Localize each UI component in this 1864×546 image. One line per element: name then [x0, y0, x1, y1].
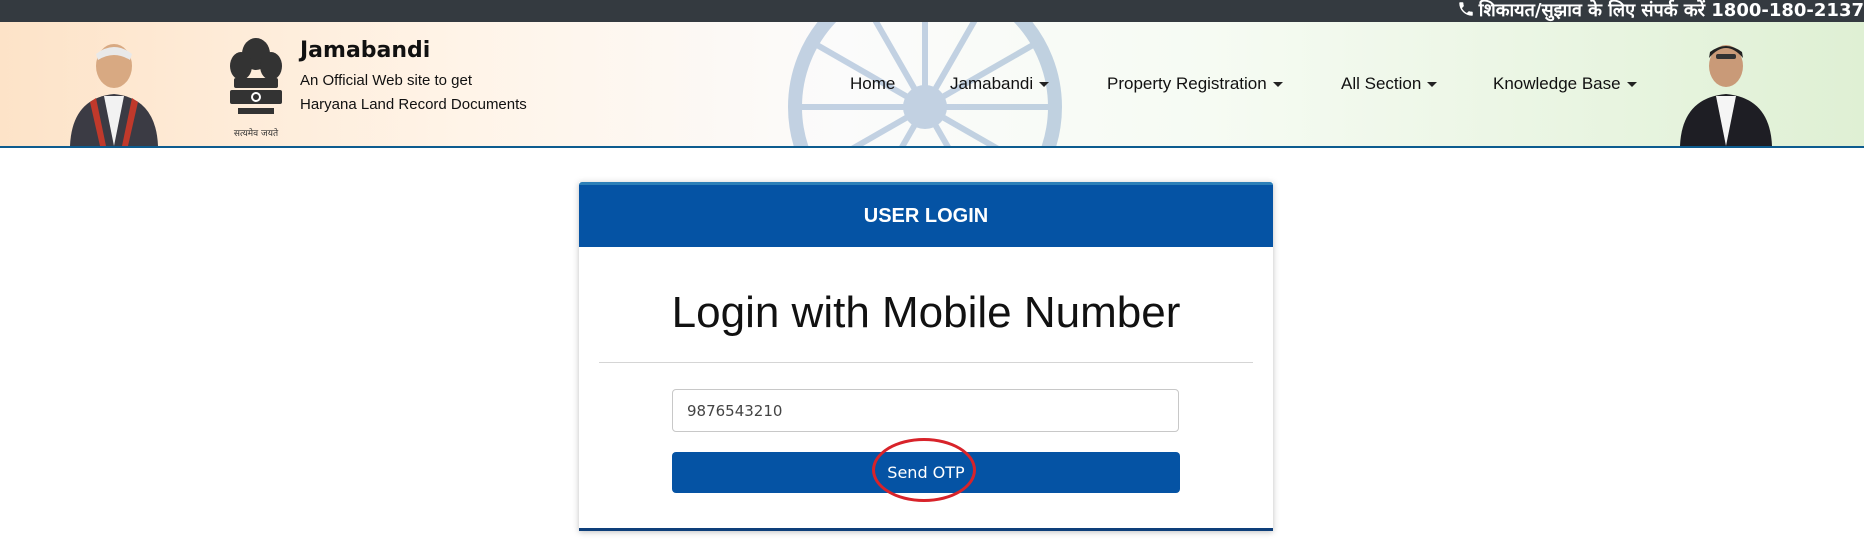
nav-home-label: Home — [850, 74, 896, 93]
nav-jamabandi[interactable]: Jamabandi — [950, 74, 1050, 94]
login-heading: Login with Mobile Number — [671, 288, 1181, 337]
nav-property-registration-label: Property Registration — [1107, 74, 1267, 93]
nav-all-section[interactable]: All Section — [1341, 74, 1438, 94]
login-card: USER LOGIN Login with Mobile Number Send… — [579, 182, 1273, 531]
nav-knowledge-base[interactable]: Knowledge Base — [1493, 74, 1637, 94]
main-navigation: Home Jamabandi Property Registration All… — [0, 22, 1864, 146]
caret-down-icon — [1626, 82, 1637, 88]
caret-down-icon — [1272, 82, 1283, 88]
helpline-text: शिकायत/सुझाव के लिए संपर्क करें 1800-180… — [1478, 0, 1864, 21]
nav-jamabandi-label: Jamabandi — [950, 74, 1034, 93]
divider — [599, 362, 1253, 363]
caret-down-icon — [1427, 82, 1438, 88]
nav-property-registration[interactable]: Property Registration — [1107, 74, 1283, 94]
login-card-title: USER LOGIN — [579, 182, 1273, 247]
deputy-chief-minister-photo — [1680, 45, 1772, 146]
nav-home[interactable]: Home — [850, 74, 895, 94]
phone-icon — [1457, 0, 1475, 23]
mobile-number-input[interactable] — [672, 389, 1179, 432]
caret-down-icon — [1039, 82, 1050, 88]
send-otp-button[interactable]: Send OTP — [672, 452, 1180, 493]
top-helpline-bar: शिकायत/सुझाव के लिए संपर्क करें 1800-180… — [0, 0, 1864, 22]
nav-knowledge-base-label: Knowledge Base — [1493, 74, 1621, 93]
nav-all-section-label: All Section — [1341, 74, 1422, 93]
helpline: शिकायत/सुझाव के लिए संपर्क करें 1800-180… — [1457, 0, 1864, 22]
site-header: सत्यमेव जयते Jamabandi An Official Web s… — [0, 22, 1864, 148]
